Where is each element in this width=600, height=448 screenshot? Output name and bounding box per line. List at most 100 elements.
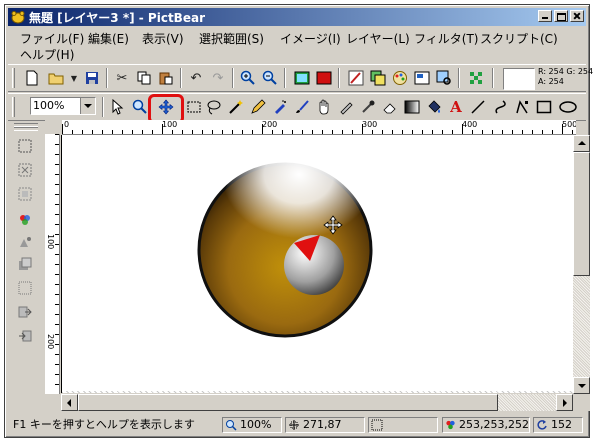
- paste-icon[interactable]: [156, 68, 176, 88]
- curve-tool-icon[interactable]: [490, 97, 510, 117]
- status-bar: F1 キーを押すとヘルプを表示します 100% 271,87 253,253,2…: [8, 415, 586, 435]
- status-color: 253,253,252: [459, 418, 529, 431]
- vertical-scrollbar[interactable]: [573, 135, 590, 394]
- export-icon[interactable]: [16, 303, 34, 321]
- undo-icon[interactable]: ↶: [186, 68, 206, 88]
- status-value: 152: [551, 418, 572, 431]
- ruler-label: 200: [46, 334, 55, 350]
- ruler-minor-ticks: [55, 134, 59, 394]
- rgb-g: G: 254: [566, 67, 594, 76]
- eyedropper-icon[interactable]: [358, 97, 378, 117]
- scroll-up-button[interactable]: [573, 135, 590, 152]
- line-tool-icon[interactable]: [468, 97, 488, 117]
- text-tool-icon[interactable]: A: [446, 97, 466, 117]
- minimize-button[interactable]: [538, 10, 552, 22]
- magnifier-tool-icon[interactable]: [130, 97, 150, 117]
- zoom-select-value: 100%: [33, 99, 65, 112]
- deselect-icon[interactable]: [16, 161, 34, 179]
- open-dropdown-arrow-icon[interactable]: ▼: [64, 68, 84, 88]
- zoom-out-icon[interactable]: [260, 68, 280, 88]
- image-view-icon[interactable]: [292, 68, 312, 88]
- redo-icon[interactable]: ↷: [208, 68, 228, 88]
- scroll-left-button[interactable]: [61, 394, 78, 411]
- navigator-icon[interactable]: [412, 68, 432, 88]
- horizontal-scrollbar[interactable]: [61, 394, 573, 411]
- image-search-icon[interactable]: [434, 68, 454, 88]
- new-file-icon[interactable]: [22, 68, 42, 88]
- horizontal-scroll-thumb[interactable]: [78, 394, 498, 411]
- toolbar-separator: [492, 68, 494, 88]
- vertical-scroll-thumb[interactable]: [573, 152, 590, 276]
- ruler-label: 400: [462, 120, 478, 129]
- status-selection-panel: [368, 417, 438, 433]
- red-fill-icon[interactable]: [314, 68, 334, 88]
- menu-view[interactable]: 表示(V): [142, 30, 184, 47]
- lasso-icon[interactable]: [204, 97, 224, 117]
- grid-dots-icon[interactable]: [466, 68, 486, 88]
- paint-bucket-icon[interactable]: [424, 97, 444, 117]
- crop-icon[interactable]: [16, 279, 34, 297]
- menu-image[interactable]: イメージ(I): [280, 30, 341, 47]
- menu-script[interactable]: スクリプト(C): [480, 30, 558, 47]
- toolbar-grip[interactable]: [12, 68, 15, 88]
- rectangle-tool-icon[interactable]: [534, 97, 554, 117]
- save-icon[interactable]: [82, 68, 102, 88]
- close-button[interactable]: [570, 10, 584, 22]
- ruler-label: 100: [162, 120, 178, 129]
- chevron-down-icon[interactable]: [80, 98, 95, 114]
- magnifier-icon: [226, 420, 237, 431]
- rect-select-icon[interactable]: [184, 97, 204, 117]
- eraser-icon[interactable]: [380, 97, 400, 117]
- current-color-swatch[interactable]: [503, 68, 535, 90]
- crosshair-icon: [289, 420, 299, 430]
- menu-file[interactable]: ファイル(F): [20, 30, 84, 47]
- status-coords: 271,87: [303, 418, 342, 431]
- open-folder-icon[interactable]: [46, 68, 66, 88]
- pencil-icon[interactable]: [248, 97, 268, 117]
- canvas-edge-pattern: [62, 391, 574, 393]
- invert-selection-icon[interactable]: [16, 185, 34, 203]
- image-canvas[interactable]: [61, 135, 574, 393]
- layers-icon[interactable]: [368, 68, 388, 88]
- toolbar-separator: [102, 97, 104, 117]
- gradient-icon[interactable]: [402, 97, 422, 117]
- color-palette-icon[interactable]: [390, 68, 410, 88]
- hand-tool-icon[interactable]: [314, 97, 334, 117]
- standard-toolbar: ▼ ✂ ↶ ↷ R: 254 G: 254 A: 254: [8, 64, 593, 92]
- title-bar[interactable]: 無題 [レイヤー3 *] - PictBear: [8, 8, 586, 26]
- scroll-down-button[interactable]: [573, 377, 590, 394]
- status-zoom-panel: 100%: [222, 417, 282, 433]
- toolbar-grip[interactable]: [12, 97, 15, 117]
- pointer-arrow-icon[interactable]: [108, 97, 128, 117]
- maximize-button[interactable]: [554, 10, 568, 22]
- magic-wand-icon[interactable]: [226, 97, 246, 117]
- zoom-select[interactable]: 100%: [30, 97, 96, 115]
- smudge-icon[interactable]: [336, 97, 356, 117]
- scroll-right-button[interactable]: [556, 394, 573, 411]
- rgb-r: R: 254: [538, 67, 564, 76]
- copy-icon[interactable]: [134, 68, 154, 88]
- menu-edit[interactable]: 編集(E): [88, 30, 129, 47]
- channel-icon[interactable]: [16, 233, 34, 251]
- menu-layer[interactable]: レイヤー(L): [346, 30, 410, 47]
- scroll-corner: [573, 394, 590, 411]
- ruler-label: 100: [46, 234, 55, 250]
- layer-stack-icon[interactable]: [16, 255, 34, 273]
- airbrush-icon[interactable]: [270, 97, 290, 117]
- rotate-icon: [537, 420, 547, 430]
- menu-filter[interactable]: フィルタ(T): [414, 30, 478, 47]
- brush-icon[interactable]: [292, 97, 312, 117]
- zoom-in-icon[interactable]: [238, 68, 258, 88]
- brush-palette-icon[interactable]: [346, 68, 366, 88]
- menu-select[interactable]: 選択範囲(S): [199, 30, 264, 47]
- bezier-tool-icon[interactable]: [512, 97, 532, 117]
- ellipse-tool-icon[interactable]: [558, 97, 578, 117]
- tools-toolbar: 100% A: [8, 93, 586, 124]
- status-value-panel: 152: [533, 417, 583, 433]
- status-color-panel: 253,253,252: [442, 417, 530, 433]
- import-icon[interactable]: [16, 327, 34, 345]
- menu-help[interactable]: ヘルプ(H): [20, 46, 74, 63]
- select-all-icon[interactable]: [16, 137, 34, 155]
- color-mode-icon[interactable]: [16, 211, 34, 229]
- cut-icon[interactable]: ✂: [112, 68, 132, 88]
